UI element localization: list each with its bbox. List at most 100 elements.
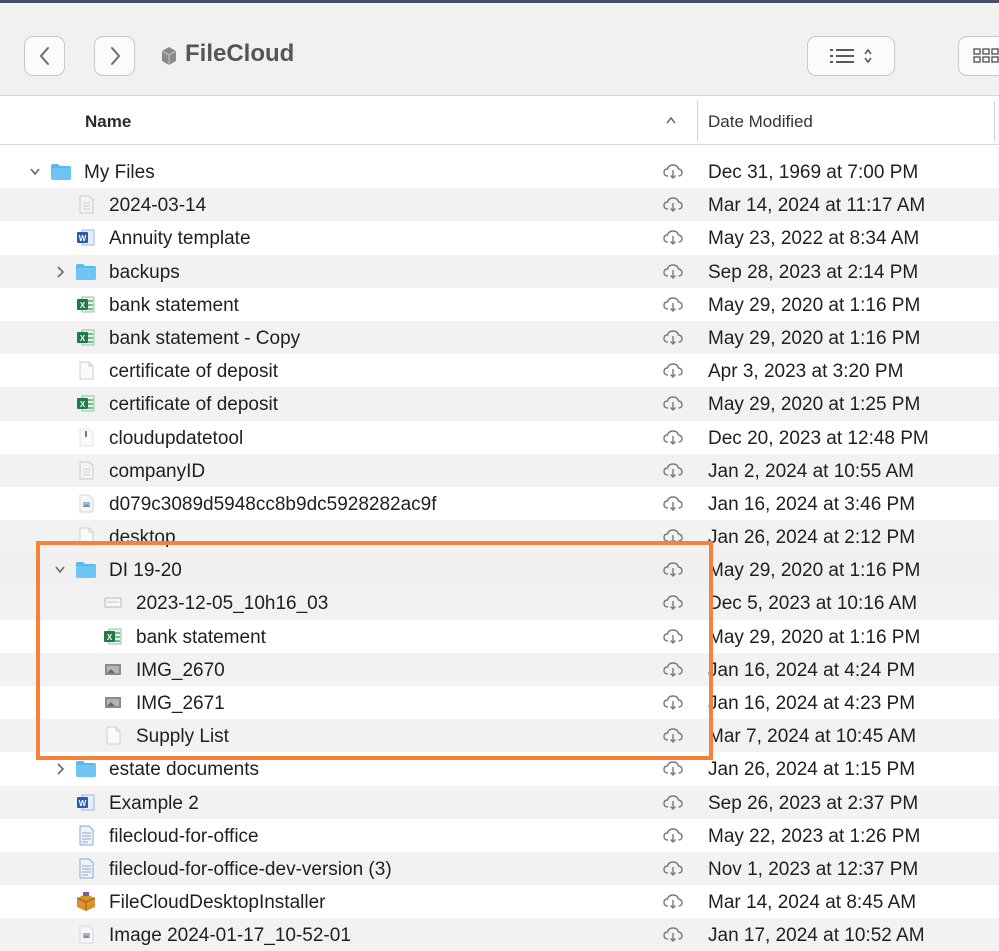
file-row[interactable]: IMG_2671 Jan 16, 2024 at 4:23 PM [0, 686, 999, 719]
date-modified: May 22, 2023 at 1:26 PM [708, 825, 921, 847]
cloud-download-icon[interactable] [663, 495, 683, 512]
cloud-download-icon[interactable] [663, 594, 683, 611]
cloud-download-icon[interactable] [663, 926, 683, 943]
chevron-updown-icon [864, 48, 872, 64]
file-name: filecloud-for-office [109, 825, 259, 847]
folder-row[interactable]: DI 19-20 May 29, 2020 at 1:16 PM [0, 553, 999, 587]
column-divider[interactable] [994, 101, 995, 141]
date-modified: Jan 26, 2024 at 2:12 PM [708, 527, 916, 549]
file-row[interactable]: filecloud-for-office-dev-version (3) Nov … [0, 851, 999, 886]
date-modified: Jan 16, 2024 at 4:24 PM [708, 659, 916, 681]
cloud-download-icon[interactable] [663, 329, 683, 346]
column-divider[interactable] [697, 101, 698, 141]
file-row[interactable]: Xbank statement May 29, 2020 at 1:16 PM [0, 620, 999, 653]
file-row[interactable]: Supply List Mar 7, 2024 at 10:45 AM [0, 719, 999, 753]
file-name: Supply List [136, 726, 229, 748]
name-column-header[interactable]: Name [85, 112, 131, 132]
file-name: estate documents [109, 759, 259, 781]
file-row[interactable]: cloudupdatetool Dec 20, 2023 at 12:48 PM [0, 421, 999, 454]
folder-icon [75, 559, 97, 580]
date-modified: Sep 28, 2023 at 2:14 PM [708, 261, 919, 283]
disclosure-expanded-icon[interactable] [30, 165, 40, 179]
file-row[interactable]: filecloud-for-office May 22, 2023 at 1:26… [0, 819, 999, 852]
cloud-download-icon[interactable] [663, 893, 683, 910]
cloud-download-icon[interactable] [663, 694, 683, 711]
file-row[interactable]: Xbank statement May 29, 2020 at 1:16 PM [0, 288, 999, 321]
file-row[interactable]: W Example 2 Sep 26, 2023 at 2:37 PM [0, 785, 999, 819]
cloud-download-icon[interactable] [663, 229, 683, 246]
cloud-download-icon[interactable] [663, 296, 683, 313]
file-row[interactable]: 2024-03-14 Mar 14, 2024 at 11:17 AM [0, 188, 999, 222]
forward-button[interactable] [94, 36, 135, 76]
cloud-download-icon[interactable] [663, 661, 683, 678]
cloud-download-icon[interactable] [663, 263, 683, 280]
cloud-download-icon[interactable] [663, 628, 683, 645]
file-row[interactable]: IMG_2670 Jan 16, 2024 at 4:24 PM [0, 652, 999, 686]
cloud-download-icon[interactable] [663, 528, 683, 545]
view-options-button[interactable] [807, 36, 895, 76]
cloud-download-icon[interactable] [663, 429, 683, 446]
date-modified: Dec 5, 2023 at 10:16 AM [708, 593, 918, 615]
photo-file-icon [102, 692, 124, 713]
folder-row[interactable]: My Files Dec 31, 1969 at 7:00 PM [0, 155, 999, 188]
finder-toolbar: FileCloud [0, 3, 999, 96]
grid-view-button[interactable] [958, 36, 999, 76]
excel-doc-icon: X [102, 626, 124, 647]
excel-doc-icon: X [75, 393, 97, 414]
file-row[interactable]: desktop Jan 26, 2024 at 2:12 PM [0, 520, 999, 554]
cloud-download-icon[interactable] [663, 860, 683, 877]
file-name: DI 19-20 [109, 560, 182, 582]
file-row[interactable]: companyID Jan 2, 2024 at 10:55 AM [0, 453, 999, 487]
package-icon [75, 891, 97, 912]
file-row[interactable]: FileCloudDesktopInstaller Mar 14, 2024 at… [0, 885, 999, 918]
cloud-download-icon[interactable] [663, 727, 683, 744]
file-name: My Files [84, 162, 155, 183]
date-modified: Dec 20, 2023 at 12:48 PM [708, 427, 929, 449]
cloud-download-icon[interactable] [663, 462, 683, 479]
cloud-download-icon[interactable] [663, 196, 683, 213]
file-row[interactable]: 2023-12-05_10h16_03 Dec 5, 2023 at 10:16 … [0, 586, 999, 620]
date-modified: Mar 14, 2024 at 11:17 AM [708, 195, 926, 217]
cloud-download-icon[interactable] [663, 827, 683, 844]
svg-text:X: X [107, 633, 113, 642]
folder-row[interactable]: backups Sep 28, 2023 at 2:14 PM [0, 254, 999, 288]
text-document-icon [75, 825, 97, 846]
back-button[interactable] [24, 36, 65, 76]
date-modified: Sep 26, 2023 at 2:37 PM [708, 792, 919, 814]
date-modified: Apr 3, 2023 at 3:20 PM [708, 361, 904, 383]
executable-file-icon [75, 427, 97, 448]
file-row[interactable]: Xcertificate of deposit May 29, 2020 at 1… [0, 387, 999, 421]
cloud-download-icon[interactable] [663, 794, 683, 811]
file-name: bank statement - Copy [109, 327, 301, 349]
document-icon [75, 194, 97, 215]
file-name: IMG_2671 [136, 693, 225, 714]
date-modified-column-header[interactable]: Date Modified [708, 112, 813, 132]
cloud-download-icon[interactable] [663, 163, 683, 180]
excel-doc-icon: X [75, 327, 97, 348]
disclosure-collapsed-icon[interactable] [55, 762, 65, 776]
file-row[interactable]: W Annuity template May 23, 2022 at 8:34 AM [0, 221, 999, 254]
folder-row[interactable]: estate documents Jan 26, 2024 at 1:15 PM [0, 752, 999, 785]
file-row[interactable]: certificate of deposit Apr 3, 2023 at 3:2… [0, 354, 999, 387]
cloud-download-icon[interactable] [663, 760, 683, 777]
file-row[interactable]: Image 2024-01-17_10-52-01 Jan 17, 2024 at… [0, 918, 999, 951]
disclosure-collapsed-icon[interactable] [55, 265, 65, 279]
cloud-download-icon[interactable] [663, 362, 683, 379]
file-row[interactable]: d079c3089d5948cc8b9dc5928282ac9f Jan 16, … [0, 487, 999, 520]
image-file-icon [75, 924, 97, 945]
word-doc-icon: W [75, 227, 97, 248]
cloud-download-icon[interactable] [663, 395, 683, 412]
disclosure-expanded-icon[interactable] [55, 563, 65, 577]
svg-text:X: X [80, 334, 86, 343]
cloud-download-icon[interactable] [663, 561, 683, 578]
file-name: Annuity template [109, 228, 251, 250]
file-name: Example 2 [109, 792, 199, 814]
sort-ascending-icon[interactable] [664, 114, 678, 126]
window-title: FileCloud [185, 40, 295, 67]
file-row[interactable]: Xbank statement - Copy May 29, 2020 at 1:… [0, 320, 999, 355]
text-document-icon [75, 858, 97, 879]
file-name: bank statement [136, 626, 266, 648]
svg-text:X: X [80, 301, 86, 310]
blank-file-icon [75, 526, 97, 547]
word-doc-icon: W [75, 792, 97, 813]
